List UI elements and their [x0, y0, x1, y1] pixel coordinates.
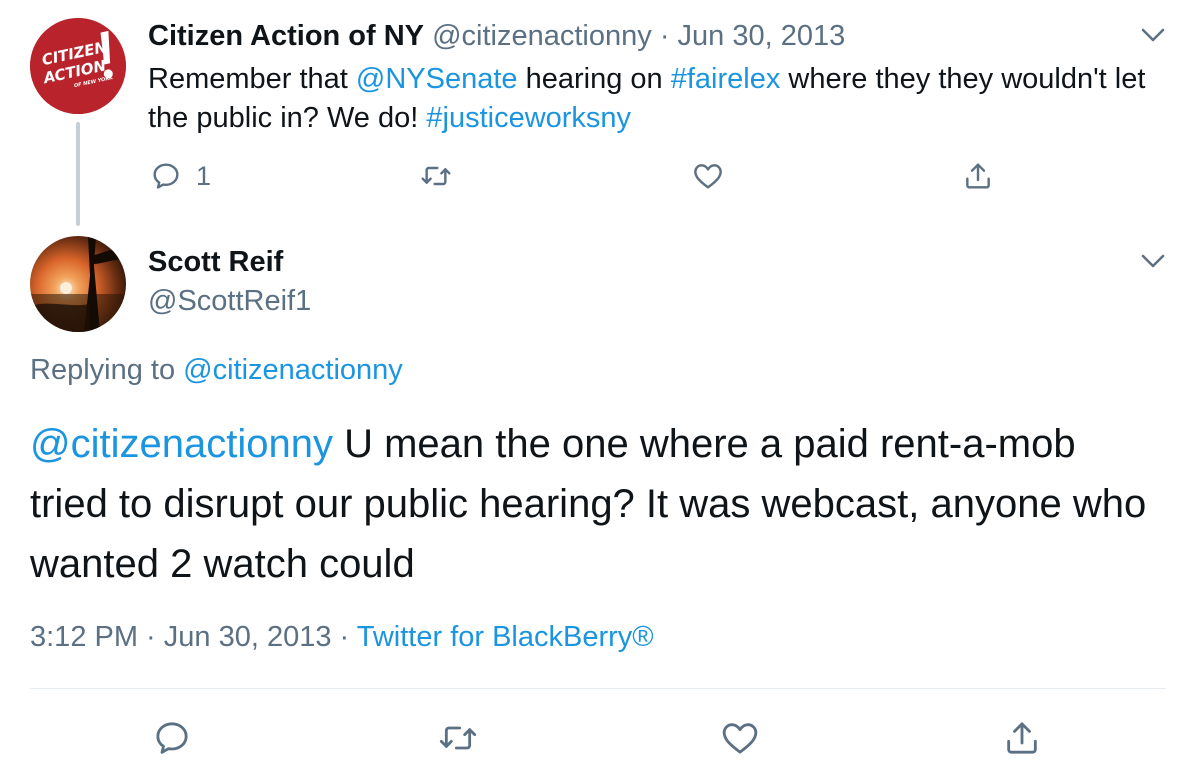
reply-time[interactable]: 3:12 PM: [30, 621, 138, 653]
thread-line: [76, 122, 80, 226]
avatar-citizen-action[interactable]: CITIZEN ACTION OF NEW YORK: [30, 18, 126, 114]
reply-tweet-text: @citizenactionny U mean the one where a …: [30, 414, 1150, 594]
header-separator: ·: [659, 20, 670, 52]
text-segment: hearing on: [517, 63, 671, 95]
parent-author-handle[interactable]: @citizenactionny: [432, 20, 652, 52]
share-icon: [1007, 722, 1037, 754]
replying-to-link[interactable]: @citizenactionny: [183, 354, 403, 386]
reply-count: 1: [196, 160, 212, 191]
like-button[interactable]: [720, 718, 760, 758]
hashtag-link[interactable]: #fairelex: [671, 63, 781, 95]
meta-separator: ·: [331, 621, 357, 653]
citizen-action-logo: CITIZEN ACTION OF NEW YORK: [30, 18, 126, 114]
share-icon: [966, 163, 990, 189]
reply-button[interactable]: [152, 718, 192, 758]
parent-tweet-text: Remember that @NYSenate hearing on #fair…: [148, 60, 1178, 138]
parent-like-button[interactable]: [692, 160, 724, 192]
reply-author-handle[interactable]: @ScottReif1: [148, 285, 311, 318]
parent-reply-button[interactable]: 1: [150, 160, 211, 192]
heart-icon: [722, 723, 758, 754]
meta-separator: ·: [138, 621, 164, 653]
reply-metadata: 3:12 PM · Jun 30, 2013 · Twitter for Bla…: [30, 621, 654, 654]
text-segment: Remember that: [148, 63, 356, 95]
tweet-source-link[interactable]: Twitter for BlackBerry®: [357, 621, 654, 653]
share-button[interactable]: [1002, 718, 1042, 758]
reply-icon: [156, 722, 188, 754]
reply-author-name[interactable]: Scott Reif: [148, 246, 283, 279]
retweet-button[interactable]: [438, 718, 478, 758]
parent-author-name[interactable]: Citizen Action of NY: [148, 20, 424, 52]
avatar-scott-reif[interactable]: [30, 236, 126, 332]
reply-icon: [153, 163, 179, 189]
mention-link[interactable]: @NYSenate: [356, 63, 518, 95]
replying-to: Replying to @citizenactionny: [30, 354, 403, 387]
parent-tweet-header: Citizen Action of NY @citizenactionny · …: [148, 20, 845, 53]
chevron-down-icon[interactable]: [1138, 20, 1168, 50]
reply-date[interactable]: Jun 30, 2013: [164, 621, 332, 653]
parent-tweet-date[interactable]: Jun 30, 2013: [678, 20, 846, 52]
hashtag-link[interactable]: #justiceworksny: [426, 102, 631, 134]
mention-link[interactable]: @citizenactionny: [30, 422, 333, 466]
avatar-photo: [30, 236, 126, 332]
retweet-icon: [421, 166, 451, 186]
heart-icon: [694, 164, 722, 189]
parent-retweet-button[interactable]: [420, 160, 452, 192]
chevron-down-icon[interactable]: [1138, 246, 1168, 276]
replying-prefix: Replying to: [30, 354, 184, 386]
parent-share-button[interactable]: [962, 160, 994, 192]
retweet-icon: [439, 726, 477, 750]
divider: [30, 688, 1166, 689]
